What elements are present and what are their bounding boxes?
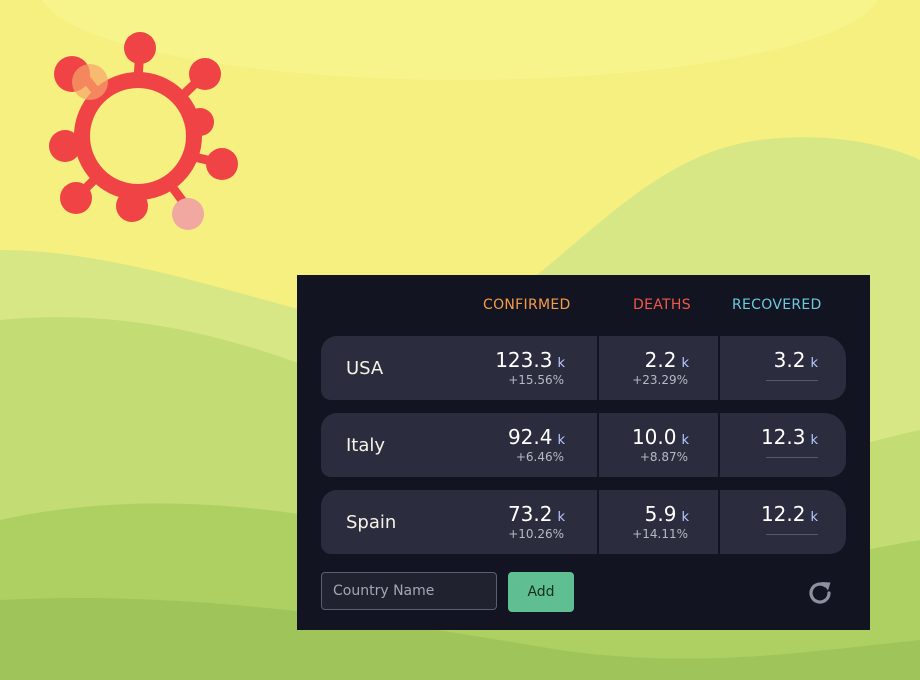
deaths-cell: 2.2 k +23.29% xyxy=(597,336,719,400)
add-button[interactable]: Add xyxy=(508,572,574,612)
unit-label: k xyxy=(557,356,565,371)
confirmed-change: +10.26% xyxy=(508,527,564,541)
confirmed-change: +15.56% xyxy=(508,373,564,387)
unit-label: k xyxy=(681,510,689,525)
table-header: CONFIRMED DEATHS RECOVERED xyxy=(297,275,870,335)
header-recovered: RECOVERED xyxy=(732,297,822,313)
confirmed-number: 123.3 xyxy=(495,348,553,372)
virus-icon xyxy=(49,32,238,230)
country-name: Italy xyxy=(346,435,386,456)
recovered-value: 12.2 k xyxy=(761,502,818,526)
refresh-icon[interactable] xyxy=(805,578,835,608)
table-row[interactable]: Spain 73.2 k +10.26% 5.9 k +14.11% 12.2 k xyxy=(321,490,846,554)
deaths-number: 2.2 xyxy=(644,348,677,372)
unit-label: k xyxy=(557,433,565,448)
stats-panel: CONFIRMED DEATHS RECOVERED USA 123.3 k +1… xyxy=(297,275,870,630)
deaths-value: 2.2 k xyxy=(645,348,689,372)
recovered-number: 3.2 xyxy=(773,348,806,372)
confirmed-value: 73.2 k xyxy=(508,502,565,526)
deaths-change: +23.29% xyxy=(632,373,688,387)
recovered-cell: 12.3 k xyxy=(718,413,848,477)
unit-label: k xyxy=(810,510,818,525)
table-row[interactable]: USA 123.3 k +15.56% 2.2 k +23.29% 3.2 k xyxy=(321,336,846,400)
country-name: USA xyxy=(346,358,384,379)
confirmed-value: 123.3 k xyxy=(495,348,565,372)
confirmed-number: 92.4 xyxy=(507,425,553,449)
header-confirmed: CONFIRMED xyxy=(483,297,571,313)
confirmed-value: 92.4 k xyxy=(508,425,565,449)
deaths-cell: 10.0 k +8.87% xyxy=(597,413,719,477)
deaths-number: 10.0 xyxy=(631,425,677,449)
deaths-change: +14.11% xyxy=(632,527,688,541)
recovered-value: 12.3 k xyxy=(761,425,818,449)
unit-label: k xyxy=(810,433,818,448)
country-name-input[interactable] xyxy=(321,572,497,610)
recovered-cell: 12.2 k xyxy=(718,490,848,554)
table-row[interactable]: Italy 92.4 k +6.46% 10.0 k +8.87% 12.3 k xyxy=(321,413,846,477)
confirmed-cell: Italy 92.4 k +6.46% xyxy=(321,413,595,477)
deaths-cell: 5.9 k +14.11% xyxy=(597,490,719,554)
recovered-number: 12.3 xyxy=(760,425,806,449)
deaths-value: 10.0 k xyxy=(632,425,689,449)
recovered-change-placeholder xyxy=(766,457,818,458)
deaths-change: +8.87% xyxy=(639,450,688,464)
confirmed-number: 73.2 xyxy=(507,502,553,526)
deaths-value: 5.9 k xyxy=(645,502,689,526)
confirmed-cell: Spain 73.2 k +10.26% xyxy=(321,490,595,554)
unit-label: k xyxy=(557,510,565,525)
recovered-change-placeholder xyxy=(766,380,818,381)
recovered-value: 3.2 k xyxy=(774,348,818,372)
header-deaths: DEATHS xyxy=(633,297,691,313)
recovered-cell: 3.2 k xyxy=(718,336,848,400)
confirmed-cell: USA 123.3 k +15.56% xyxy=(321,336,595,400)
recovered-number: 12.2 xyxy=(760,502,806,526)
confirmed-change: +6.46% xyxy=(515,450,564,464)
unit-label: k xyxy=(681,356,689,371)
recovered-change-placeholder xyxy=(766,534,818,535)
deaths-number: 5.9 xyxy=(644,502,677,526)
country-name: Spain xyxy=(346,512,397,533)
unit-label: k xyxy=(810,356,818,371)
unit-label: k xyxy=(681,433,689,448)
